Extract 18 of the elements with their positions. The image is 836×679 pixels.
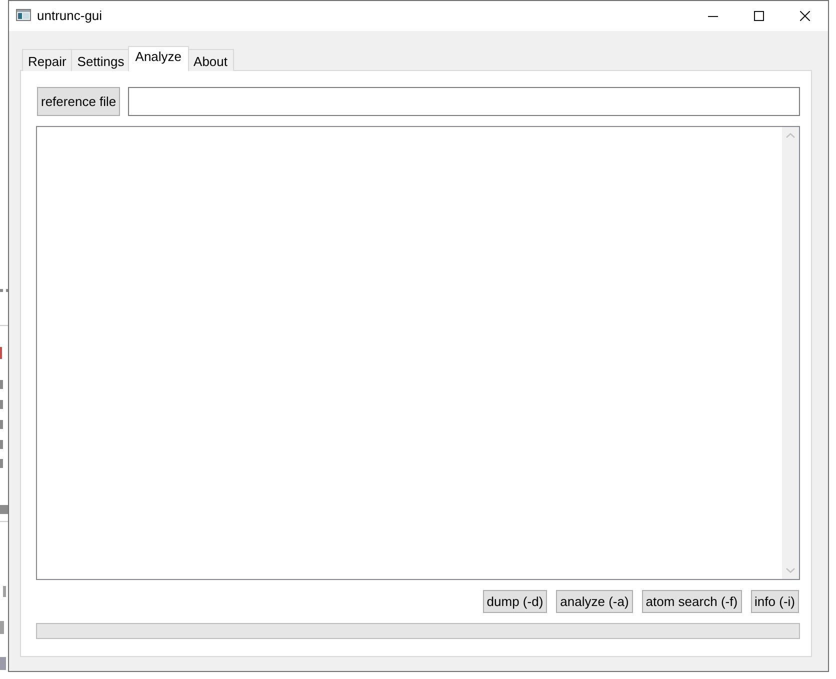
reference-file-field[interactable]	[128, 87, 800, 116]
window-title: untrunc-gui	[37, 8, 102, 24]
app-icon	[16, 9, 31, 21]
tab[interactable]: Analyze	[128, 46, 189, 71]
action-button[interactable]: analyze (-a)	[556, 590, 633, 613]
maximize-icon	[754, 11, 764, 21]
close-icon	[800, 11, 810, 21]
tab[interactable]: Repair	[22, 49, 72, 71]
vertical-scrollbar[interactable]	[782, 127, 799, 579]
tab[interactable]: Settings	[71, 49, 130, 71]
action-button[interactable]: info (-i)	[750, 590, 799, 613]
scroll-down-icon[interactable]	[786, 568, 795, 573]
scroll-up-icon[interactable]	[786, 133, 795, 138]
action-button[interactable]: atom search (-f)	[642, 590, 742, 613]
tab[interactable]: About	[188, 49, 234, 71]
output-text-area[interactable]	[36, 126, 800, 580]
action-button[interactable]: dump (-d)	[482, 590, 548, 613]
reference-file-button[interactable]: reference file	[37, 87, 120, 116]
